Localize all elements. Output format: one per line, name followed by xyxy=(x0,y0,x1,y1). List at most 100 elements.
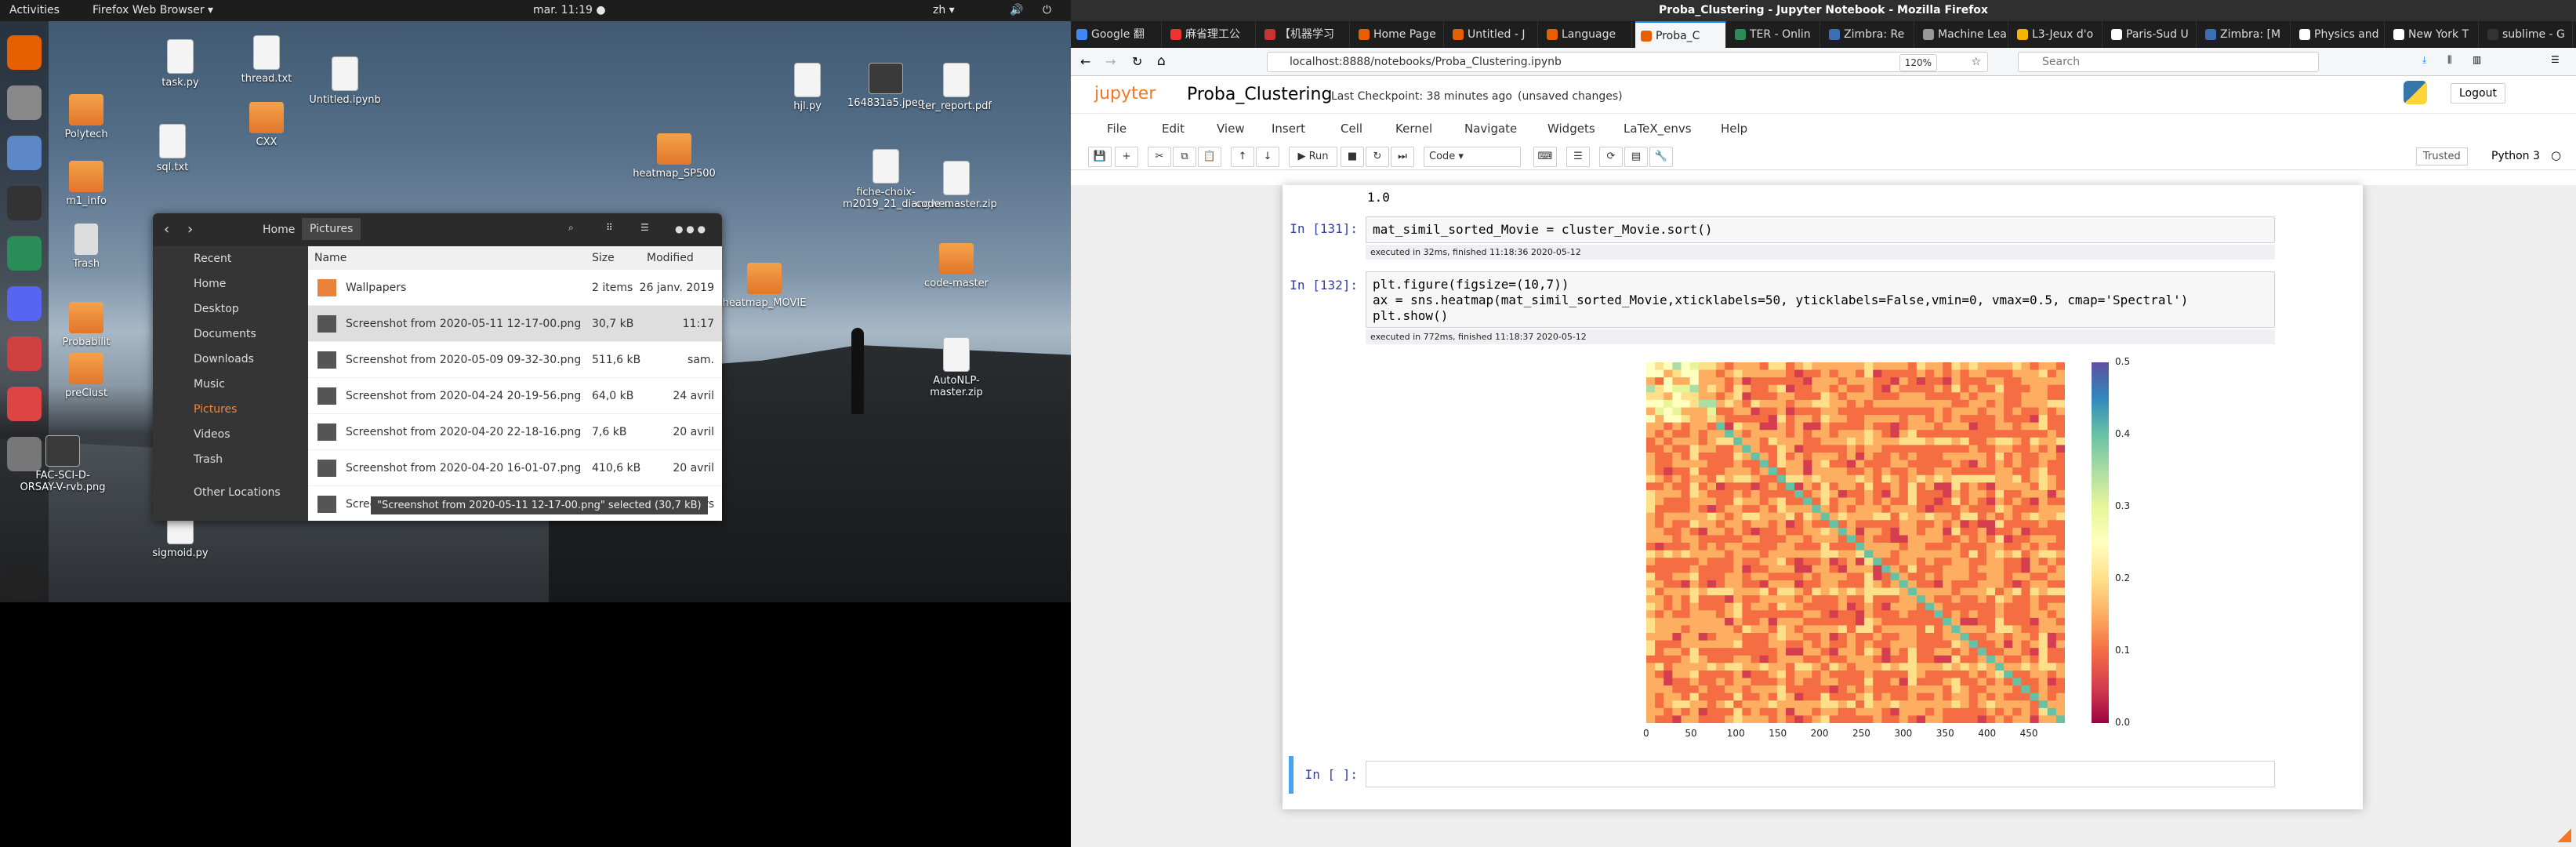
browser-tab[interactable]: New York T xyxy=(2388,21,2479,48)
desktop-icon[interactable]: heatmap_SP500 xyxy=(631,133,717,180)
menu-item[interactable]: Cell xyxy=(1341,122,1362,136)
forward-button[interactable]: › xyxy=(187,221,193,238)
browser-tab[interactable]: Language xyxy=(1541,21,1632,48)
forward-icon[interactable]: → xyxy=(1105,54,1116,69)
column-size[interactable]: Size xyxy=(592,246,615,270)
sidebar-item-videos[interactable]: Videos xyxy=(153,422,308,447)
browser-tab[interactable]: Machine Lea xyxy=(1917,21,2008,48)
browser-tab[interactable]: Physics and xyxy=(2294,21,2385,48)
desktop-icon[interactable]: Polytech xyxy=(43,94,129,140)
browser-tab[interactable]: 麻省理工公 xyxy=(1165,21,1256,48)
software-icon[interactable] xyxy=(7,136,42,170)
browser-tab[interactable]: Paris-Sud U xyxy=(2106,21,2197,48)
run-button[interactable]: ▶ Run xyxy=(1289,147,1337,167)
book-icon[interactable]: ▤ xyxy=(1624,147,1648,167)
desktop-icon[interactable]: m1_info xyxy=(43,161,129,207)
desktop-icon[interactable]: preClust xyxy=(43,353,129,399)
search-icon[interactable]: ⌕ xyxy=(568,222,574,234)
download-icon[interactable]: ⤓ xyxy=(2422,54,2426,66)
list-icon[interactable]: ☰ xyxy=(1566,147,1590,167)
reload-icon[interactable]: ↻ xyxy=(1132,54,1142,69)
terminal-icon[interactable] xyxy=(7,186,42,220)
discord-icon[interactable] xyxy=(7,286,42,321)
sidebar-item-other-locations[interactable]: Other Locations xyxy=(153,480,308,505)
firefox-icon[interactable] xyxy=(7,35,42,70)
browser-tab[interactable]: Zimbra: Re xyxy=(1823,21,1914,48)
file-row[interactable]: Screenshot from 2020-04-24 20-19-56.png 6… xyxy=(308,378,722,414)
desktop-icon[interactable]: FAC-SCI-D-ORSAY-V-rvb.png xyxy=(20,435,106,493)
menu-item[interactable]: Navigate xyxy=(1464,122,1517,136)
code-cell[interactable]: mat_simil_sorted_Movie = cluster_Movie.s… xyxy=(1366,216,2275,243)
file-row[interactable]: Screenshot from 2020-05-11 12-17-00.png 3… xyxy=(308,306,722,342)
sidebar-item-music[interactable]: Music xyxy=(153,372,308,397)
column-modified[interactable]: Modified xyxy=(647,246,694,270)
activities-button[interactable]: Activities xyxy=(9,4,60,16)
browser-tab[interactable]: Untitled - J xyxy=(1447,21,1538,48)
desktop-icon[interactable]: Untitled.ipynb xyxy=(302,56,388,106)
menu-icon[interactable]: ☰ xyxy=(640,222,649,233)
desktop-icon[interactable]: Probabilit xyxy=(43,302,129,348)
file-row[interactable]: Screenshot from 2020-04-20 22-18-16.png 7… xyxy=(308,414,722,450)
copy-icon[interactable]: ⧉ xyxy=(1173,147,1196,167)
desktop-icon[interactable]: AutoNLP-master.zip xyxy=(913,337,1000,398)
volume-icon[interactable]: 🔊 xyxy=(1010,4,1023,16)
bookmark-star-icon[interactable]: ☆ xyxy=(1971,53,1981,71)
column-name[interactable]: Name xyxy=(314,246,346,270)
insert-cell-icon[interactable]: + xyxy=(1115,147,1138,167)
sidebar-item-downloads[interactable]: Downloads xyxy=(153,347,308,372)
browser-tab[interactable]: Google 翻 xyxy=(1071,21,1162,48)
save-icon[interactable]: 💾 xyxy=(1088,147,1112,167)
library-icon[interactable]: ⫼ xyxy=(2447,54,2452,66)
code-cell[interactable]: plt.figure(figsize=(10,7)) ax = sns.heatm… xyxy=(1366,271,2275,328)
file-row[interactable]: Wallpapers 2 items 26 janv. 2019 xyxy=(308,270,722,306)
window-controls[interactable]: ● ● ● xyxy=(675,224,706,234)
sidebar-icon[interactable]: ▥ xyxy=(2473,54,2481,65)
sidebar-item-home[interactable]: Home xyxy=(153,271,308,296)
files-icon[interactable] xyxy=(7,85,42,120)
menu-item[interactable]: Edit xyxy=(1162,122,1185,136)
refresh-icon[interactable]: ⟳ xyxy=(1599,147,1623,167)
restart-icon[interactable]: ↻ xyxy=(1366,147,1389,167)
paste-icon[interactable]: 📋 xyxy=(1198,147,1221,167)
menu-item[interactable]: Insert xyxy=(1272,122,1305,136)
apps-grid-icon[interactable] xyxy=(7,565,42,600)
menu-item[interactable]: Widgets xyxy=(1547,122,1595,136)
app-menu[interactable]: Firefox Web Browser ▾ xyxy=(93,4,213,16)
language-indicator[interactable]: zh ▾ xyxy=(933,4,955,16)
editor-icon[interactable] xyxy=(7,336,42,371)
file-row[interactable]: Screenshot from 2020-05-09 09-32-30.png 5… xyxy=(308,342,722,378)
menu-item[interactable]: LaTeX_envs xyxy=(1624,122,1692,136)
wrench-icon[interactable]: 🔧 xyxy=(1649,147,1673,167)
jupyter-logo[interactable]: jupyter xyxy=(1094,84,1156,104)
desktop-icon[interactable]: code-master xyxy=(913,243,1000,289)
browser-tab[interactable]: Home Page xyxy=(1353,21,1444,48)
breadcrumb-home[interactable]: Home xyxy=(263,224,295,236)
browser-tab[interactable]: Proba_C xyxy=(1635,21,1726,48)
sidebar-item-pictures[interactable]: Pictures xyxy=(153,397,308,422)
menu-item[interactable]: Help xyxy=(1721,122,1747,136)
sidebar-item-desktop[interactable]: Desktop xyxy=(153,296,308,322)
run-all-icon[interactable]: ⏭ xyxy=(1391,147,1414,167)
menu-item[interactable]: View xyxy=(1217,122,1245,136)
view-toggle-icon[interactable]: ⠿ xyxy=(606,222,613,233)
sidebar-item-trash[interactable]: Trash xyxy=(153,447,308,472)
move-up-icon[interactable]: ↑ xyxy=(1231,147,1254,167)
move-down-icon[interactable]: ↓ xyxy=(1256,147,1279,167)
kernel-name[interactable]: Python 3 xyxy=(2491,150,2540,162)
back-icon[interactable]: ← xyxy=(1080,54,1090,69)
sidebar-item-recent[interactable]: Recent xyxy=(153,246,308,271)
url-bar[interactable]: localhost:8888/notebooks/Proba_Clusterin… xyxy=(1267,52,1988,72)
breadcrumb-pictures[interactable]: Pictures xyxy=(302,218,361,240)
notebook-name[interactable]: Proba_Clustering xyxy=(1187,85,1332,104)
home-icon[interactable]: ⌂ xyxy=(1157,53,1166,69)
resize-corner-icon[interactable] xyxy=(2557,828,2571,842)
hamburger-menu-icon[interactable]: ☰ xyxy=(2551,54,2560,65)
desktop-icon[interactable]: thread.txt xyxy=(223,35,310,85)
browser-tab[interactable]: 【机器学习 xyxy=(1259,21,1350,48)
file-row[interactable]: Screenshot from 2020-04-20 16-01-07.png 4… xyxy=(308,450,722,486)
menu-item[interactable]: File xyxy=(1107,122,1127,136)
browser-tab[interactable]: TER - Onlin xyxy=(1729,21,1820,48)
desktop-icon[interactable]: hjl.py xyxy=(764,63,851,112)
power-icon[interactable]: ⏻ xyxy=(1043,4,1051,16)
empty-code-cell[interactable] xyxy=(1366,761,2275,787)
